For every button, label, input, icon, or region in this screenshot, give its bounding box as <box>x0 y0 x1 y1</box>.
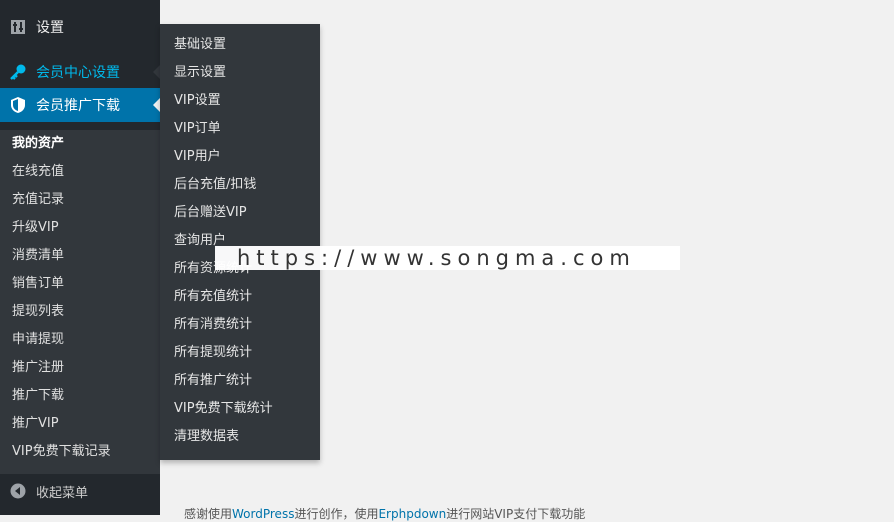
sidebar-item-label: 会员推广下载 <box>36 98 120 114</box>
collapse-icon <box>0 483 36 499</box>
submenu-item-sales-orders[interactable]: 销售订单 <box>12 274 64 294</box>
flyout-item-admin-recharge[interactable]: 后台充值/扣钱 <box>174 175 256 195</box>
sidebar-item-member-center[interactable]: 会员中心设置 <box>0 54 160 90</box>
submenu-item-promo-vip[interactable]: 推广VIP <box>12 414 59 434</box>
flyout-item-admin-gift-vip[interactable]: 后台赠送VIP <box>174 203 247 223</box>
submenu-item-my-assets[interactable]: 我的资产 <box>12 134 64 154</box>
flyout-item-vip-users[interactable]: VIP用户 <box>174 147 221 167</box>
footer-link-wordpress[interactable]: WordPress <box>232 507 294 521</box>
admin-footer: 感谢使用WordPress进行创作，使用Erphpdown进行网站VIP支付下载… <box>184 505 585 522</box>
sidebar-item-label: 会员中心设置 <box>36 65 120 81</box>
collapse-menu-button[interactable]: 收起菜单 <box>0 476 160 506</box>
sidebar-item-promo-download[interactable]: 会员推广下载 <box>0 88 160 122</box>
submenu-item-withdraw-list[interactable]: 提现列表 <box>12 302 64 322</box>
submenu-item-online-recharge[interactable]: 在线充值 <box>12 162 64 182</box>
watermark-url: https://www.songma.com <box>215 246 680 270</box>
footer-text: 感谢使用 <box>184 507 233 521</box>
flyout-item-promo-stats[interactable]: 所有推广统计 <box>174 371 252 391</box>
submenu-item-recharge-records[interactable]: 充值记录 <box>12 190 64 210</box>
submenu-item-upgrade-vip[interactable]: 升级VIP <box>12 218 59 238</box>
footer-text: 进行创作，使用 <box>294 507 379 521</box>
submenu-item-apply-withdraw[interactable]: 申请提现 <box>12 330 64 350</box>
sidebar-item-settings[interactable]: 设置 <box>0 9 160 45</box>
flyout-item-recharge-stats[interactable]: 所有充值统计 <box>174 287 252 307</box>
footer-link-erphpdown[interactable]: Erphpdown <box>378 507 446 521</box>
sidebar-item-label: 设置 <box>36 20 64 36</box>
flyout-item-basic-settings[interactable]: 基础设置 <box>174 35 226 55</box>
admin-sidebar: 设置 会员中心设置 会员推广下载 我的资产 在线充值 充值记录 升级VIP 消费… <box>0 0 160 515</box>
collapse-menu-label: 收起菜单 <box>36 485 89 501</box>
flyout-item-withdraw-stats[interactable]: 所有提现统计 <box>174 343 252 363</box>
submenu-item-promo-download[interactable]: 推广下载 <box>12 386 64 406</box>
footer-text: 进行网站VIP支付下载功能 <box>446 507 586 521</box>
flyout-item-vip-free-download-stats[interactable]: VIP免费下载统计 <box>174 399 273 419</box>
key-icon <box>0 63 36 81</box>
flyout-item-display-settings[interactable]: 显示设置 <box>174 63 226 83</box>
member-center-flyout-menu: 基础设置 显示设置 VIP设置 VIP订单 VIP用户 后台充值/扣钱 后台赠送… <box>160 24 320 460</box>
submenu-item-promo-register[interactable]: 推广注册 <box>12 358 64 378</box>
current-pointer <box>153 98 160 112</box>
flyout-item-vip-settings[interactable]: VIP设置 <box>174 91 221 111</box>
flyout-item-consumption-stats[interactable]: 所有消费统计 <box>174 315 252 335</box>
flyout-item-vip-orders[interactable]: VIP订单 <box>174 119 221 139</box>
settings-icon <box>0 19 36 35</box>
shield-icon <box>0 96 36 114</box>
submenu-item-vip-free-download-records[interactable]: VIP免费下载记录 <box>12 442 111 462</box>
flyout-item-clean-data-table[interactable]: 清理数据表 <box>174 427 239 447</box>
submenu-item-consumption-list[interactable]: 消费清单 <box>12 246 64 266</box>
sidebar-submenu: 我的资产 在线充值 充值记录 升级VIP 消费清单 销售订单 提现列表 申请提现… <box>0 130 160 474</box>
flyout-pointer <box>153 65 160 79</box>
